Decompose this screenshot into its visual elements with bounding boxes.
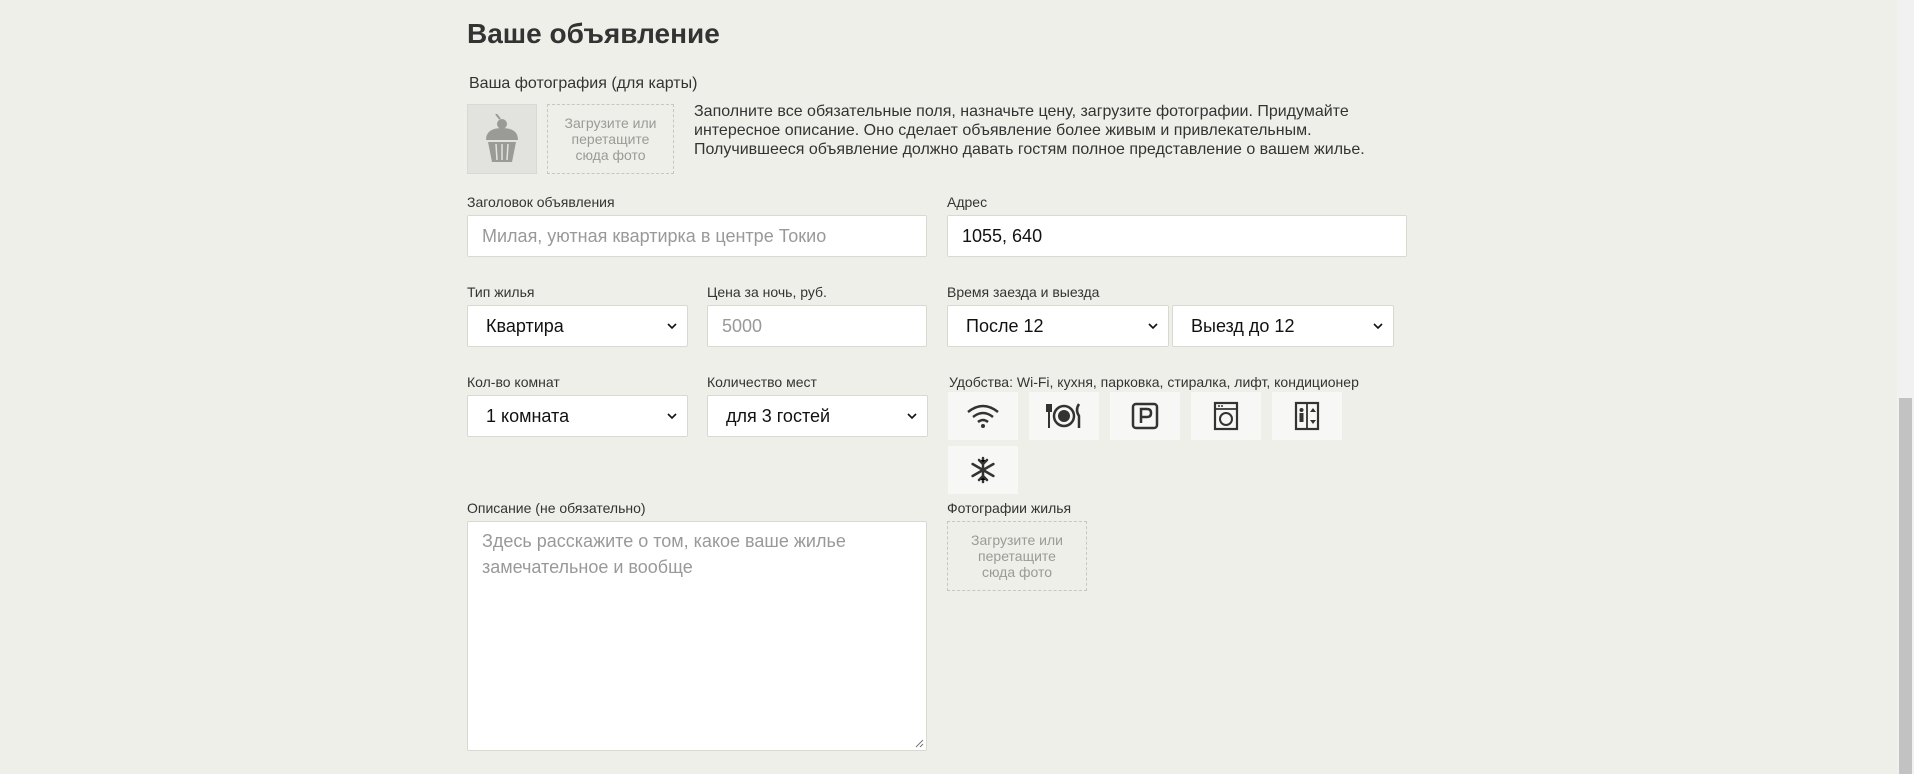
checkin-select[interactable]: После 12 (947, 305, 1169, 347)
page-title: Ваше объявление (467, 18, 720, 49)
price-label: Цена за ночь, руб. (707, 284, 827, 300)
dishwasher-icon (1046, 403, 1081, 428)
feature-conditioner[interactable] (948, 446, 1018, 494)
photos-label: Фотографии жилья (947, 500, 1072, 516)
rooms-selected: 1 комната (486, 405, 570, 426)
type-label: Тип жилья (467, 284, 535, 300)
type-selected: Квартира (486, 315, 564, 336)
description-textarea[interactable]: Здесь расскажите о том, какое ваше жилье… (467, 521, 927, 751)
washer-icon (1213, 401, 1239, 431)
type-select[interactable]: Квартира (467, 305, 688, 347)
checkout-selected: Выезд до 12 (1191, 315, 1295, 336)
rooms-label: Кол-во комнат (467, 374, 560, 390)
checkin-selected: После 12 (966, 315, 1044, 336)
chevron-down-icon (667, 323, 677, 330)
parking-icon (1131, 402, 1159, 430)
chevron-down-icon (1148, 323, 1158, 330)
feature-dishwasher[interactable] (1029, 392, 1099, 440)
avatar-upload-text: Загрузите или перетащите сюда фото (564, 115, 657, 163)
chevron-down-icon (907, 413, 917, 420)
title-placeholder: Милая, уютная квартирка в центре Токио (482, 225, 827, 246)
description-label: Описание (не обязательно) (467, 500, 646, 516)
photos-upload-text: Загрузите или перетащите сюда фото (971, 532, 1063, 580)
conditioner-icon (971, 456, 995, 484)
address-value: 1055, 640 (962, 225, 1043, 246)
muffin-icon (486, 114, 518, 162)
title-input[interactable]: Милая, уютная квартирка в центре Токио (467, 215, 927, 257)
capacity-selected: для 3 гостей (726, 405, 831, 426)
price-placeholder: 5000 (722, 315, 763, 336)
address-label: Адрес (947, 194, 988, 210)
checkout-select[interactable]: Выезд до 12 (1172, 305, 1394, 347)
description-placeholder: Здесь расскажите о том, какое ваше жилье… (482, 531, 846, 577)
avatar-preview (467, 104, 537, 174)
chevron-down-icon (1373, 323, 1383, 330)
scrollbar-thumb[interactable] (1899, 398, 1912, 774)
feature-washer[interactable] (1191, 392, 1261, 440)
capacity-label: Количество мест (707, 374, 817, 390)
feature-elevator[interactable] (1272, 392, 1342, 440)
feature-wifi[interactable] (948, 392, 1018, 440)
avatar-upload-dropzone[interactable]: Загрузите или перетащите сюда фото (547, 104, 674, 174)
feature-parking[interactable] (1110, 392, 1180, 440)
rooms-select[interactable]: 1 комната (467, 395, 688, 437)
resize-handle-icon[interactable] (914, 738, 924, 748)
time-label: Время заезда и выезда (947, 284, 1100, 300)
wifi-icon (967, 404, 999, 428)
capacity-select[interactable]: для 3 гостей (707, 395, 928, 437)
price-input[interactable]: 5000 (707, 305, 927, 347)
title-label: Заголовок объявления (467, 194, 615, 210)
photos-upload-dropzone[interactable]: Загрузите или перетащите сюда фото (947, 521, 1087, 591)
chevron-down-icon (667, 413, 677, 420)
form-hint-text: Заполните все обязательные поля, назначь… (694, 103, 1365, 158)
elevator-icon (1294, 401, 1320, 431)
avatar-label: Ваша фотография (для карты) (469, 75, 698, 92)
features-label: Удобства: Wi-Fi, кухня, парковка, стирал… (949, 374, 1359, 390)
address-input[interactable]: 1055, 640 (947, 215, 1407, 257)
